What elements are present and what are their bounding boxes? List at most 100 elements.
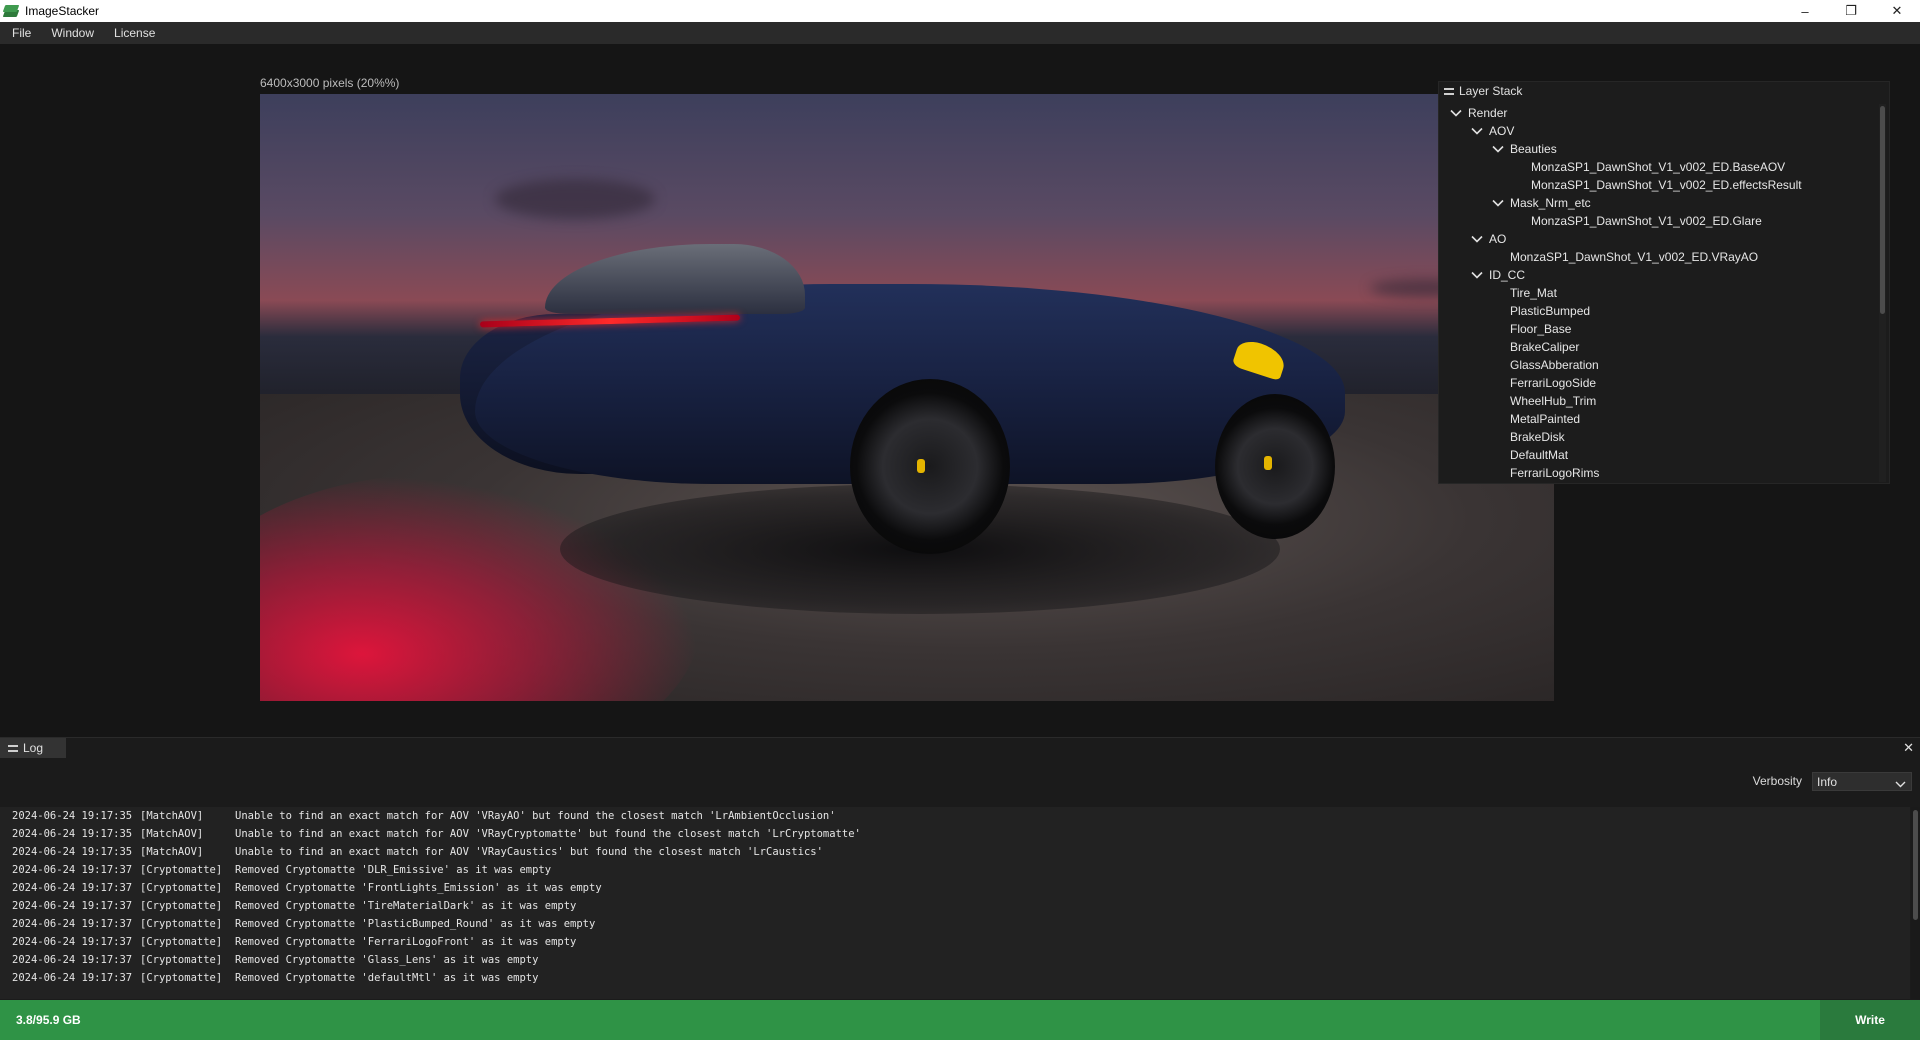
log-message: Removed Cryptomatte 'DLR_Emissive' as it… (235, 864, 552, 876)
log-scrollbar-thumb[interactable] (1913, 810, 1918, 920)
layer-tree-item[interactable]: MonzaSP1_DawnShot_V1_v002_ED.VRayAO (1439, 248, 1877, 266)
layer-tree-item[interactable]: Floor_Base (1439, 320, 1877, 338)
log-line: 2024-06-24 19:17:37 [Cryptomatte] Removed … (0, 861, 1910, 879)
layer-tree-item[interactable]: MonzaSP1_DawnShot_V1_v002_ED.effectsResu… (1439, 176, 1877, 194)
layer-tree-label: Floor_Base (1510, 322, 1572, 336)
log-line: 2024-06-24 19:17:37 [Cryptomatte] Removed … (0, 879, 1910, 897)
log-timestamp: 2024-06-24 19:17:37 (12, 882, 133, 894)
layer-tree-item[interactable]: FerrariLogoRims (1439, 464, 1877, 482)
log-timestamp: 2024-06-24 19:17:37 (12, 954, 133, 966)
chevron-down-icon[interactable] (1470, 124, 1484, 138)
layer-tree-item[interactable]: Render (1439, 104, 1877, 122)
layer-tree-item[interactable]: PlasticBumped (1439, 302, 1877, 320)
layer-tree-item[interactable]: BrakeDisk (1439, 428, 1877, 446)
layer-stack-title: Layer Stack (1459, 84, 1523, 98)
layer-tree-item[interactable]: MonzaSP1_DawnShot_V1_v002_ED.Glare (1439, 212, 1877, 230)
log-timestamp: 2024-06-24 19:17:37 (12, 900, 133, 912)
layer-tree-item[interactable]: MetalPainted (1439, 410, 1877, 428)
log-timestamp: 2024-06-24 19:17:37 (12, 918, 133, 930)
log-timestamp: 2024-06-24 19:17:35 (12, 846, 133, 858)
menu-window[interactable]: Window (41, 26, 104, 40)
front-wheel (1215, 394, 1335, 539)
layer-scrollbar[interactable] (1879, 104, 1886, 482)
log-message: Removed Cryptomatte 'PlasticBumped_Round… (235, 918, 596, 930)
log-message: Removed Cryptomatte 'FrontLights_Emissio… (235, 882, 602, 894)
layer-tree-item[interactable]: BrakeCaliper (1439, 338, 1877, 356)
minimize-button[interactable]: – (1782, 0, 1828, 22)
log-line: 2024-06-24 19:17:37 [Cryptomatte] Removed … (0, 933, 1910, 951)
layer-scrollbar-thumb[interactable] (1880, 106, 1885, 314)
write-button[interactable]: Write (1820, 1000, 1920, 1040)
close-log-button[interactable]: ✕ (1903, 740, 1914, 756)
log-timestamp: 2024-06-24 19:17:37 (12, 864, 133, 876)
chevron-down-icon[interactable] (1470, 268, 1484, 282)
status-bar: 3.8/95.9 GB Write (0, 1000, 1920, 1040)
close-window-button[interactable]: ✕ (1874, 0, 1920, 22)
layer-tree-item[interactable]: DefaultMat (1439, 446, 1877, 464)
title-bar: ImageStacker – ❐ ✕ (0, 0, 1920, 22)
chevron-down-icon[interactable] (1491, 196, 1505, 210)
layer-tree-item[interactable]: Mask_Nrm_etc (1439, 194, 1877, 212)
layer-tree-label: MonzaSP1_DawnShot_V1_v002_ED.VRayAO (1510, 250, 1759, 264)
log-message: Removed Cryptomatte 'defaultMtl' as it w… (235, 972, 539, 984)
log-tag: [Cryptomatte] (140, 900, 223, 912)
layer-tree-item[interactable]: AO (1439, 230, 1877, 248)
chevron-down-icon[interactable] (1449, 106, 1463, 120)
log-tab[interactable]: Log (0, 738, 66, 758)
layer-tree-label: Beauties (1510, 142, 1557, 156)
layer-tree[interactable]: Render AOV Beauties MonzaSP1_DawnShot_V1_v0… (1439, 104, 1877, 482)
panel-menu-icon[interactable] (8, 744, 18, 752)
layer-tree-label: AO (1489, 232, 1507, 246)
menu-license[interactable]: License (104, 26, 165, 40)
log-tag: [MatchAOV] (140, 846, 204, 858)
log-tag: [Cryptomatte] (140, 936, 223, 948)
log-line: 2024-06-24 19:17:37 [Cryptomatte] Removed … (0, 915, 1910, 933)
panel-menu-icon[interactable] (1444, 87, 1454, 95)
log-line: 2024-06-24 19:17:37 [Cryptomatte] Removed … (0, 951, 1910, 969)
log-line: 2024-06-24 19:17:37 [Cryptomatte] Removed … (0, 969, 1910, 987)
image-info-label: 6400x3000 pixels (20%%) (260, 76, 400, 90)
chevron-down-icon[interactable] (1470, 232, 1484, 246)
verbosity-select[interactable]: Info (1812, 772, 1912, 791)
layer-tree-label: Mask_Nrm_etc (1510, 196, 1591, 210)
log-message: Removed Cryptomatte 'FerrariLogoFront' a… (235, 936, 577, 948)
layer-tree-label: DefaultMat (1510, 448, 1569, 462)
log-tag: [MatchAOV] (140, 828, 204, 840)
layer-tree-label: PlasticBumped (1510, 304, 1591, 318)
chevron-down-icon[interactable] (1491, 142, 1505, 156)
log-output[interactable]: 2024-06-24 19:17:35 [MatchAOV] Unable to f… (0, 807, 1910, 999)
layer-tree-item[interactable]: GlassAbberation (1439, 356, 1877, 374)
verbosity-value: Info (1817, 774, 1838, 789)
layer-tree-item[interactable]: AOV (1439, 122, 1877, 140)
layer-tree-item[interactable]: Tire_Mat (1439, 284, 1877, 302)
layer-tree-label: WheelHub_Trim (1510, 394, 1597, 408)
log-line: 2024-06-24 19:17:35 [MatchAOV] Unable to f… (0, 807, 1910, 825)
layer-tree-item[interactable]: MonzaSP1_DawnShot_V1_v002_ED.BaseAOV (1439, 158, 1877, 176)
layer-tree-label: AOV (1489, 124, 1515, 138)
log-scrollbar[interactable] (1911, 807, 1920, 999)
restore-button[interactable]: ❐ (1828, 0, 1874, 22)
log-tag: [Cryptomatte] (140, 972, 223, 984)
layer-tree-item[interactable]: WheelHub_Trim (1439, 392, 1877, 410)
log-message: Removed Cryptomatte 'TireMaterialDark' a… (235, 900, 577, 912)
car-canopy (545, 244, 805, 314)
log-tab-label: Log (23, 741, 44, 755)
layer-tree-item[interactable]: Beauties (1439, 140, 1877, 158)
log-timestamp: 2024-06-24 19:17:35 (12, 828, 133, 840)
layer-tree-item[interactable]: ID_CC (1439, 266, 1877, 284)
log-line: 2024-06-24 19:17:37 [Cryptomatte] Removed … (0, 897, 1910, 915)
layer-tree-item[interactable]: FerrariLogoSide (1439, 374, 1877, 392)
layer-tree-label: MonzaSP1_DawnShot_V1_v002_ED.effectsResu… (1531, 178, 1802, 192)
window-title: ImageStacker (25, 4, 100, 18)
layer-tree-label: BrakeDisk (1510, 430, 1565, 444)
layer-stack-header[interactable]: Layer Stack (1439, 82, 1889, 100)
render-preview-image[interactable] (260, 94, 1554, 701)
menu-file[interactable]: File (0, 26, 41, 40)
memory-usage: 3.8/95.9 GB (16, 1013, 81, 1027)
